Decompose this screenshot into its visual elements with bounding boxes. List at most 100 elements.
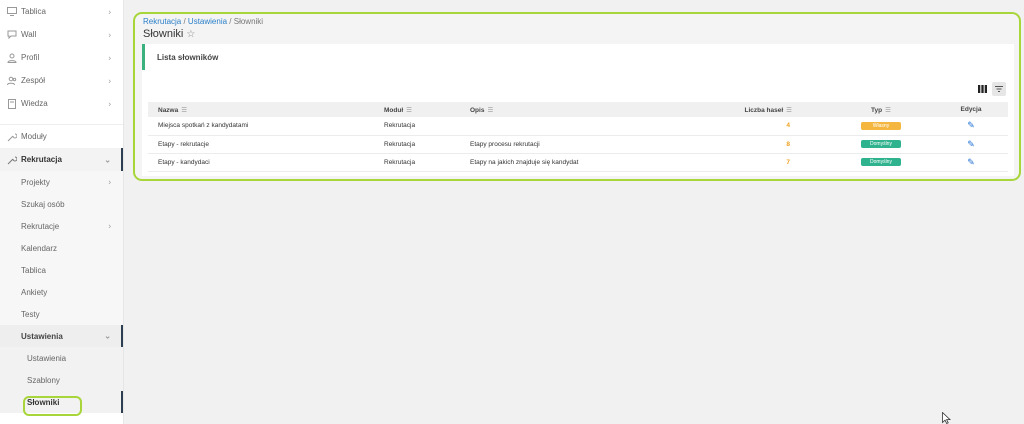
page-title: Słowniki — [143, 28, 184, 40]
sidebar-item-label: Szablony — [27, 375, 60, 385]
breadcrumb-current: Słowniki — [233, 17, 264, 26]
user-icon — [6, 52, 18, 64]
cell-liczba-hasel: 4 — [722, 117, 828, 136]
sidebar-item-zespol[interactable]: Zespół › — [0, 69, 123, 92]
cell-edycja: ✎ — [934, 153, 1008, 172]
cell-typ: Własny — [828, 117, 934, 136]
chevron-down-icon: ⌄ — [104, 155, 111, 164]
cell-liczba-hasel: 8 — [722, 135, 828, 154]
wrench-icon — [6, 154, 18, 166]
cell-nazwa: Miejsca spotkań z kandydatami — [148, 117, 374, 136]
chevron-right-icon: › — [108, 76, 111, 85]
filter-icon[interactable] — [992, 82, 1006, 96]
sidebar-item-label: Profil — [21, 53, 40, 62]
sidebar-item-label: Ankiety — [21, 287, 48, 297]
column-header-opis[interactable]: Opis ☰ — [460, 102, 722, 117]
cell-typ: Domyślny — [828, 153, 934, 172]
cell-nazwa: Etapy - kandydaci — [148, 153, 374, 172]
sidebar-item-wiedza[interactable]: Wiedza › — [0, 92, 123, 115]
sidebar-item-label: Słowniki — [27, 397, 60, 407]
cell-typ: Domyślny — [828, 135, 934, 154]
breadcrumb-separator: / — [227, 17, 234, 26]
column-header-label: Moduł — [384, 106, 404, 114]
table-header-row: Nazwa ☰ Moduł ☰ Opis ☰ Liczba haseł ☰ Typ ☰ E… — [148, 102, 1008, 117]
sort-icon[interactable]: ☰ — [181, 107, 187, 114]
column-header-label: Typ — [871, 106, 883, 114]
sort-icon[interactable]: ☰ — [885, 107, 891, 114]
column-header-typ[interactable]: Typ ☰ — [828, 102, 934, 117]
sidebar-item-label: Testy — [21, 309, 40, 319]
sidebar-item-moduly[interactable]: Moduły — [0, 125, 123, 148]
cell-nazwa: Etapy - rekrutacje — [148, 135, 374, 154]
mouse-cursor-icon — [942, 411, 952, 424]
chat-icon — [6, 29, 18, 41]
cell-opis — [460, 117, 722, 136]
pencil-icon[interactable]: ✎ — [967, 120, 975, 130]
cell-opis: Etapy procesu rekrutacji — [460, 135, 722, 154]
sidebar-item-wall[interactable]: Wall › — [0, 23, 123, 46]
sidebar-item-label: Ustawienia — [27, 353, 67, 363]
table-row: Etapy - kandydaci Rekrutacja Etapy na ja… — [148, 153, 1008, 172]
type-badge: Własny — [861, 121, 901, 130]
dictionaries-card: Lista słowników Nazwa ☰ Moduł ☰ Opis ☰ Licz… — [142, 44, 1014, 176]
cell-liczba-hasel: 7 — [722, 153, 828, 172]
column-header-label: Opis — [470, 106, 485, 114]
cell-edycja: ✎ — [934, 135, 1008, 154]
column-header-edycja: Edycja — [934, 102, 1008, 117]
sidebar-item-label: Szukaj osób — [21, 199, 65, 209]
pencil-icon[interactable]: ✎ — [967, 139, 975, 149]
columns-icon[interactable] — [976, 83, 988, 95]
breadcrumb: Rekrutacja / Ustawienia / Słowniki — [143, 17, 263, 26]
column-header-nazwa[interactable]: Nazwa ☰ — [148, 102, 374, 117]
sidebar-item-label: Projekty — [21, 177, 50, 187]
sidebar-subitem-szukaj-osob[interactable]: Szukaj osób — [0, 193, 123, 215]
cell-modul: Rekrutacja — [374, 153, 460, 172]
column-header-liczba-hasel[interactable]: Liczba haseł ☰ — [722, 102, 828, 117]
page-title-row: Słowniki ☆ — [143, 28, 195, 40]
cell-modul: Rekrutacja — [374, 117, 460, 136]
cell-modul: Rekrutacja — [374, 135, 460, 154]
pencil-icon[interactable]: ✎ — [967, 157, 975, 167]
sidebar-item-tablica[interactable]: Tablica › — [0, 0, 123, 23]
sidebar-item-label: Ustawienia — [21, 331, 63, 341]
sidebar-item-label: Zespół — [21, 76, 46, 85]
sidebar-item-label: Rekrutacja — [21, 155, 62, 164]
cell-edycja: ✎ — [934, 117, 1008, 136]
chevron-right-icon: › — [108, 53, 111, 62]
sidebar-item-label: Wiedza — [21, 99, 48, 108]
type-badge: Domyślny — [861, 140, 901, 148]
chevron-down-icon: ⌄ — [104, 331, 111, 341]
sidebar-subsubitem-szablony[interactable]: Szablony — [0, 369, 123, 391]
table-row: Etapy - rekrutacje Rekrutacja Etapy proc… — [148, 135, 1008, 154]
star-icon[interactable]: ☆ — [186, 29, 195, 40]
sidebar-subsubitem-slowniki[interactable]: Słowniki — [0, 391, 123, 413]
column-header-modul[interactable]: Moduł ☰ — [374, 102, 460, 117]
wrench-icon — [6, 131, 18, 143]
sort-icon[interactable]: ☰ — [406, 107, 412, 114]
column-header-label: Nazwa — [158, 106, 179, 114]
sort-icon[interactable]: ☰ — [786, 107, 792, 114]
sidebar-subitem-testy[interactable]: Testy — [0, 303, 123, 325]
card-title: Lista słowników — [157, 53, 219, 62]
sidebar-item-label: Wall — [21, 30, 37, 39]
sidebar-subitem-ustawienia[interactable]: Ustawienia ⌄ — [0, 325, 123, 347]
sidebar-subitem-projekty[interactable]: Projekty › — [0, 171, 123, 193]
sidebar-subsubitem-ustawienia[interactable]: Ustawienia — [0, 347, 123, 369]
sidebar-subitem-kalendarz[interactable]: Kalendarz — [0, 237, 123, 259]
chevron-right-icon: › — [108, 177, 111, 187]
main-panel: Rekrutacja / Ustawienia / Słowniki Słown… — [133, 12, 1021, 181]
sort-icon[interactable]: ☰ — [487, 107, 493, 114]
sidebar-item-rekrutacja[interactable]: Rekrutacja ⌄ — [0, 148, 123, 171]
table-row: Miejsca spotkań z kandydatami Rekrutacja… — [148, 117, 1008, 136]
breadcrumb-link-ustawienia[interactable]: Ustawienia — [188, 17, 227, 26]
breadcrumb-link-rekrutacja[interactable]: Rekrutacja — [143, 17, 181, 26]
dictionaries-table: Nazwa ☰ Moduł ☰ Opis ☰ Liczba haseł ☰ Typ ☰ E… — [148, 102, 1008, 172]
sidebar-item-profil[interactable]: Profil › — [0, 46, 123, 69]
sidebar-subitem-tablica[interactable]: Tablica — [0, 259, 123, 281]
sidebar-subitem-ankiety[interactable]: Ankiety — [0, 281, 123, 303]
column-header-label: Liczba haseł — [744, 106, 784, 114]
chevron-right-icon: › — [108, 7, 111, 16]
sidebar-item-label: Tablica — [21, 7, 46, 16]
sidebar-subitem-rekrutacje[interactable]: Rekrutacje › — [0, 215, 123, 237]
book-icon — [6, 98, 18, 110]
